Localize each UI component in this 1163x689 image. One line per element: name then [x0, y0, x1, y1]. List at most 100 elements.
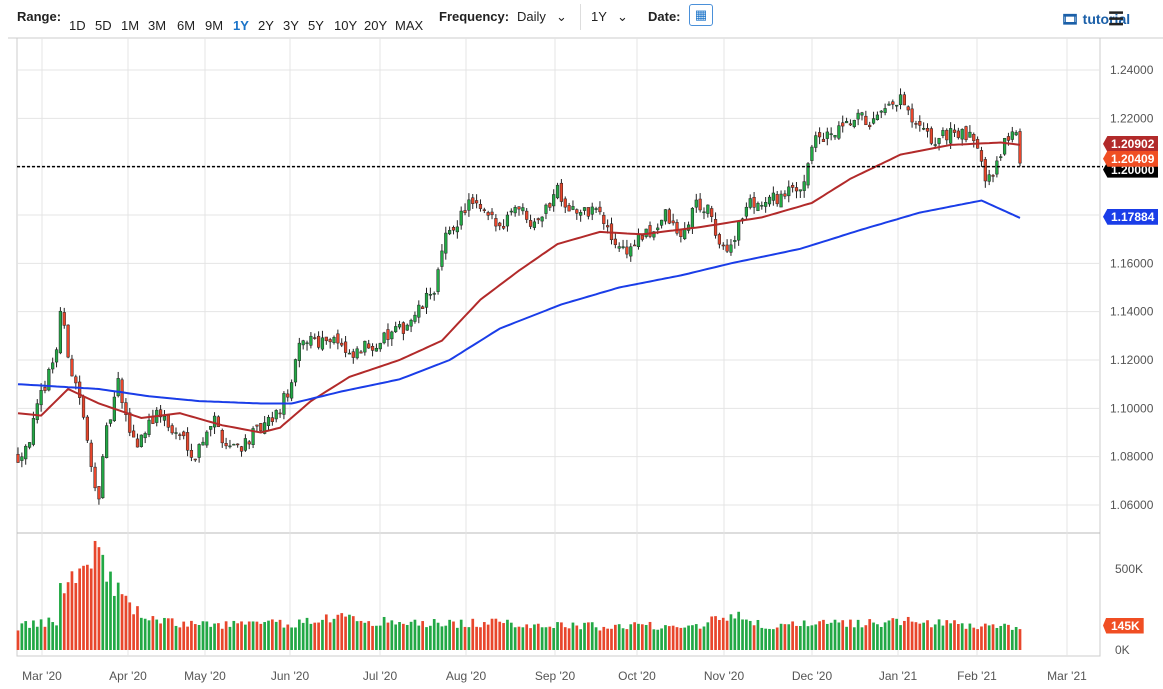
candle-body [926, 128, 929, 131]
volume-bar [969, 624, 972, 650]
candle-body [934, 145, 937, 146]
candle-body [317, 336, 320, 347]
volume-bar [321, 620, 324, 650]
volume-bar [676, 627, 679, 650]
volume-bar [572, 623, 575, 650]
candle-body [949, 128, 952, 143]
volume-bar [263, 622, 266, 650]
candle-body [167, 415, 170, 427]
volume-bar [329, 622, 332, 650]
volume-bar [394, 624, 397, 650]
candle-body [737, 221, 740, 240]
volume-bar [753, 625, 756, 650]
volume-bar [483, 622, 486, 650]
volume-bar [811, 625, 814, 650]
volume-bar [417, 626, 420, 650]
candle-body [487, 212, 490, 215]
candle-body [668, 210, 671, 224]
candle-body [337, 334, 340, 343]
candle-body [290, 383, 293, 399]
volume-bar [548, 627, 551, 650]
volume-bar [772, 629, 775, 650]
candle-body [699, 199, 702, 210]
candle-body [275, 410, 278, 419]
volume-bar [610, 629, 613, 650]
candle-body [718, 234, 721, 244]
volume-bar [568, 628, 571, 650]
volume-bar [225, 621, 228, 650]
candle-body [984, 159, 987, 181]
candle-body [175, 433, 178, 434]
candle-body [760, 205, 763, 206]
candle-body [907, 107, 910, 110]
candle-body [387, 329, 390, 339]
candle-body [371, 346, 374, 350]
candle-body [163, 416, 166, 420]
volume-bar [699, 629, 702, 650]
candle-body [545, 205, 548, 214]
volume-bar [845, 627, 848, 650]
volume-bar [564, 627, 567, 650]
volume-bar [861, 627, 864, 650]
volume-bar [24, 621, 27, 650]
volume-bar [830, 623, 833, 650]
candle-body [267, 417, 270, 425]
candle-body [622, 247, 625, 248]
volume-bar [930, 627, 933, 650]
candle-body [564, 199, 567, 207]
volume-bar [487, 625, 490, 650]
volume-bar [475, 627, 478, 650]
volume-bar [98, 547, 101, 650]
candle-body [841, 123, 844, 126]
candle-body [999, 157, 1002, 158]
candle-body [876, 115, 879, 120]
volume-bar [957, 624, 960, 650]
candle-body [186, 432, 189, 450]
volume-bar [664, 625, 667, 650]
candle-body [606, 225, 609, 227]
volume-bar [768, 629, 771, 650]
volume-bar [448, 620, 451, 650]
candle-body [82, 396, 85, 417]
candle-body [441, 251, 444, 267]
volume-bar [706, 622, 709, 650]
candle-body [656, 228, 659, 230]
candle-body [818, 132, 821, 137]
volume-bar [464, 627, 467, 650]
x-tick-label: Mar '21 [1047, 669, 1087, 683]
candle-body [71, 359, 74, 376]
volume-bar [992, 624, 995, 650]
volume-bar [680, 628, 683, 650]
y-tick-label: 1.06000 [1110, 498, 1154, 512]
volume-bar [602, 627, 605, 650]
candle-body [232, 444, 235, 445]
candle-body [795, 187, 798, 191]
volume-bar [132, 614, 135, 650]
candle-body [664, 210, 667, 222]
volume-bar [209, 627, 212, 650]
volume-bar [942, 626, 945, 650]
candle-body [410, 320, 413, 326]
volume-bar [710, 616, 713, 650]
volume-bar [822, 620, 825, 650]
volume-bar [891, 618, 894, 650]
candle-body [872, 119, 875, 124]
candle-body [329, 339, 332, 341]
x-tick-label: Sep '20 [535, 669, 576, 683]
candle-body [28, 442, 31, 447]
volume-bar [1011, 630, 1014, 650]
x-tick-label: Jan '21 [879, 669, 918, 683]
candle-body [236, 444, 239, 445]
candle-body [390, 332, 393, 339]
candle-body [533, 222, 536, 228]
volume-bar [337, 615, 340, 650]
volume-bar [838, 622, 841, 650]
candle-body [310, 336, 313, 345]
volume-bar [468, 627, 471, 650]
candle-body [1011, 132, 1014, 140]
x-tick-label: Feb '21 [957, 669, 997, 683]
volume-bar [333, 619, 336, 650]
volume-bar [653, 629, 656, 650]
candle-body [452, 227, 455, 230]
candle-body [375, 348, 378, 351]
